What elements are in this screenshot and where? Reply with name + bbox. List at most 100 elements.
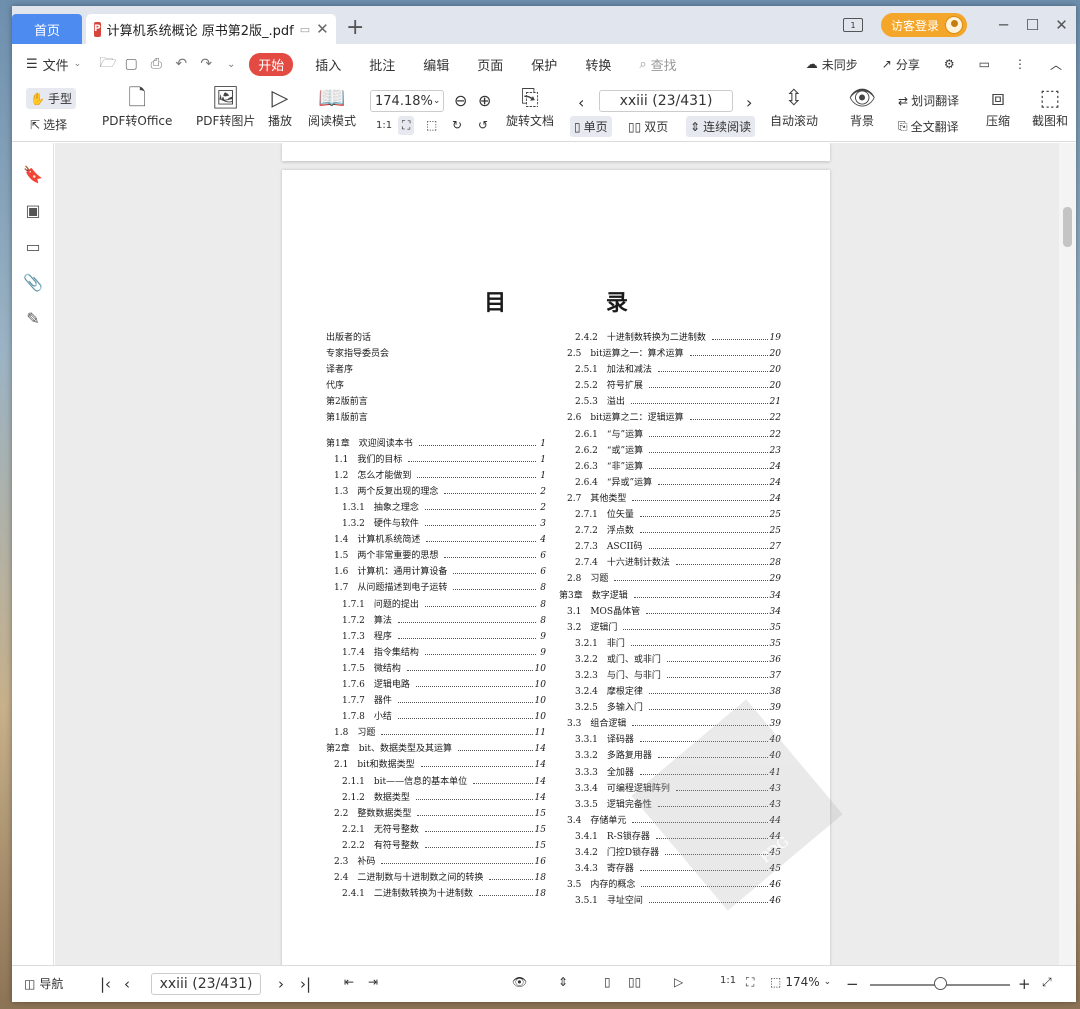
close-tab-icon[interactable]: ✕ — [316, 20, 329, 38]
toc-leader-dots — [666, 660, 768, 662]
single-page-status-icon[interactable]: ▯ — [604, 975, 611, 989]
compress-button[interactable]: ⧈ 压缩 — [986, 86, 1010, 129]
close-window-button[interactable]: ✕ — [1047, 16, 1076, 34]
next-page-icon[interactable]: › — [742, 91, 756, 114]
thumbnail-icon[interactable]: ▣ — [23, 201, 43, 220]
hand-tool-button[interactable]: ✋ 手型 — [26, 88, 76, 109]
screenshot-button[interactable]: ⬚ 截图和 — [1032, 86, 1068, 129]
tab-document[interactable]: P 计算机系统概论 原书第2版_.pdf ▭ ✕ — [86, 14, 336, 44]
auto-scroll-button[interactable]: ⇳ 自动滚动 — [770, 86, 818, 129]
gear-icon[interactable]: ⚙ — [944, 57, 955, 71]
signature-icon[interactable]: ✎ — [23, 309, 43, 328]
zoom-in-status-icon[interactable]: + — [1018, 975, 1031, 993]
prev-page-icon[interactable]: ‹ — [574, 91, 588, 114]
monitor-icon[interactable]: ▭ — [300, 23, 310, 36]
fit-width-icon[interactable]: ⬚ — [422, 116, 441, 134]
actual-size-status-icon[interactable]: 1:1 — [720, 975, 736, 986]
attachment-icon[interactable]: 📎 — [23, 273, 43, 292]
sync-button[interactable]: ☁ 未同步 — [806, 56, 858, 73]
share-icon: ↗ — [881, 57, 892, 71]
double-page-status-icon[interactable]: ▯▯ — [628, 975, 641, 989]
window-layout-icon[interactable]: 1 — [842, 18, 863, 32]
more-vertical-icon[interactable]: ⋮ — [1014, 57, 1026, 71]
back-icon[interactable]: ⇤ — [344, 975, 354, 989]
navigation-button[interactable]: ◫ 导航 — [24, 975, 63, 992]
read-mode-button[interactable]: 📖 阅读模式 — [308, 86, 356, 129]
zoom-status[interactable]: ⬚ 174% ⌄ — [770, 975, 831, 989]
more-icon[interactable]: ⌄ — [224, 59, 238, 70]
open-folder-icon[interactable]: 🗁 — [99, 52, 116, 76]
pdf-to-office-button[interactable]: 🗋 PDF转Office — [102, 86, 172, 129]
background-button[interactable]: 👁 背景 — [848, 86, 876, 129]
fit-page-status-icon[interactable]: ⛶ — [746, 975, 754, 990]
comment-panel-icon[interactable]: ▭ — [23, 237, 43, 256]
pdf-to-office-label: PDF转Office — [102, 114, 173, 128]
pdf-to-image-button[interactable]: 🖼 PDF转图片 — [196, 86, 255, 129]
play-status-icon[interactable]: ▷ — [674, 975, 683, 989]
eye-protect-icon[interactable]: 👁 — [512, 975, 527, 989]
menu-convert[interactable]: 转换 — [585, 55, 611, 74]
menu-edit[interactable]: 编辑 — [423, 55, 449, 74]
bookmark-icon[interactable]: 🔖 — [23, 165, 43, 184]
undo-icon[interactable]: ↶ — [174, 56, 188, 72]
actual-size-icon[interactable]: 1:1 — [372, 118, 396, 133]
zoom-out-icon[interactable]: ⊖ — [450, 89, 471, 112]
zoom-out-status-icon[interactable]: − — [846, 975, 859, 993]
toc-entry-page: 6 — [540, 567, 546, 578]
minimize-button[interactable]: ─ — [989, 16, 1018, 34]
toc-entry: 1.6 计算机：通用计算设备 6 — [326, 564, 546, 580]
fullscreen-icon[interactable]: ⤢ — [1042, 975, 1052, 990]
select-tool-button[interactable]: ⇱ 选择 — [26, 114, 71, 135]
word-translate-button[interactable]: ⇄ 划词翻译 — [894, 90, 963, 111]
vertical-scrollbar[interactable] — [1059, 143, 1076, 965]
maximize-button[interactable]: ☐ — [1018, 16, 1047, 34]
tab-bar: 首页 P 计算机系统概论 原书第2版_.pdf ▭ ✕ + 1 访客登录 ─ ☐… — [12, 6, 1076, 44]
page-number-input[interactable]: xxiii (23/431) — [599, 90, 733, 112]
new-tab-button[interactable]: + — [346, 16, 364, 40]
document-viewport[interactable]: 目 录 出版者的话 专家指导委员会 译者序 代序 第2版前言 第1版前言 第1章 欢迎阅读本… — [55, 143, 1059, 965]
tab-home[interactable]: 首页 — [12, 14, 82, 44]
menu-page[interactable]: 页面 — [477, 55, 503, 74]
double-page-button[interactable]: ▯▯ 双页 — [624, 116, 672, 137]
zoom-select[interactable]: 174.18% ⌄ — [370, 90, 444, 112]
toc-leader-dots — [666, 676, 768, 678]
toc-entry-title: 3.2.3 与门、与非门 — [575, 670, 661, 681]
menu-insert[interactable]: 插入 — [315, 55, 341, 74]
fit-page-icon[interactable]: ⛶ — [398, 116, 415, 135]
search-box[interactable]: ⌕ 查找 — [639, 55, 676, 74]
status-page-input[interactable]: xxiii (23/431) — [151, 973, 261, 995]
toc-entry-page: 19 — [769, 333, 781, 343]
last-page-icon[interactable]: ›| — [300, 975, 311, 993]
collapse-ribbon-icon[interactable]: ︿ — [1050, 56, 1062, 73]
print-icon[interactable]: ⎙ — [149, 56, 163, 72]
toc-entry-page: 11 — [534, 728, 546, 739]
toc-entry-page: 24 — [769, 493, 781, 504]
save-icon[interactable]: ▢ — [124, 56, 138, 72]
menu-annotate[interactable]: 批注 — [369, 55, 395, 74]
rotate-left-icon[interactable]: ↺ — [474, 116, 492, 134]
zoom-slider-knob[interactable] — [934, 977, 947, 990]
rotate-right-icon[interactable]: ↻ — [448, 116, 466, 134]
single-page-button[interactable]: ▯ 单页 — [570, 116, 612, 137]
continuous-read-button[interactable]: ⇕ 连续阅读 — [686, 116, 756, 137]
prev-page-status-icon[interactable]: ‹ — [124, 975, 130, 993]
file-menu[interactable]: ☰ 文件 ⌄ — [26, 55, 81, 74]
guest-login-button[interactable]: 访客登录 — [880, 13, 967, 37]
rotate-document-button[interactable]: ⎘ 旋转文档 — [506, 86, 554, 129]
menu-protect[interactable]: 保护 — [531, 55, 557, 74]
menu-start[interactable]: 开始 — [249, 52, 294, 76]
toc-entry: 1.7.8 小结 10 — [326, 709, 546, 725]
toc-entry: 2.6.2 “或”运算 23 — [559, 443, 781, 459]
forward-icon[interactable]: ⇥ — [368, 975, 378, 989]
next-page-status-icon[interactable]: › — [278, 975, 284, 993]
toc-entry-page: 22 — [769, 429, 781, 440]
comment-icon[interactable]: ▭ — [979, 57, 990, 71]
scrollbar-thumb[interactable] — [1063, 207, 1072, 247]
first-page-icon[interactable]: |‹ — [100, 975, 111, 993]
continuous-status-icon[interactable]: ⇕ — [558, 975, 568, 989]
share-button[interactable]: ↗ 分享 — [882, 56, 920, 73]
play-button[interactable]: ▷ 播放 — [268, 86, 292, 129]
redo-icon[interactable]: ↷ — [199, 56, 213, 72]
full-translate-button[interactable]: ⎘ 全文翻译 — [894, 116, 963, 137]
zoom-in-icon[interactable]: ⊕ — [474, 89, 495, 112]
